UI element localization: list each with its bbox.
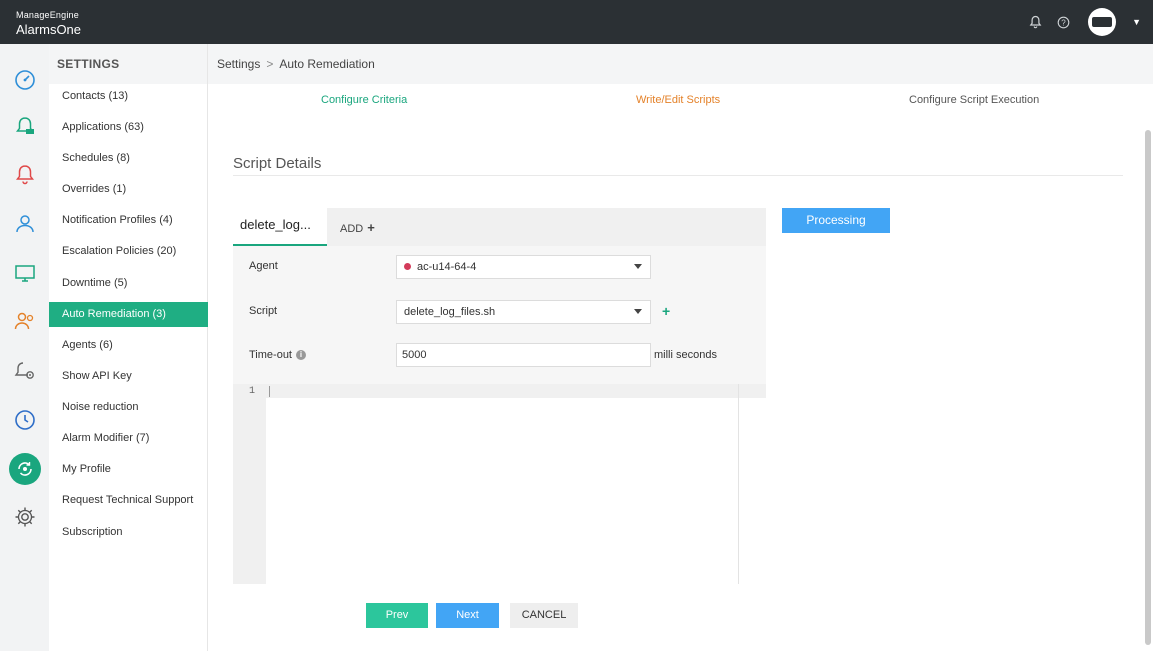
help-icon[interactable]: ? [1056, 15, 1070, 29]
chevron-down-icon[interactable]: ▼ [1132, 17, 1141, 27]
script-value: delete_log_files.sh [404, 306, 496, 318]
top-bar: ManageEngine AlarmsOne ? ▼ [0, 0, 1153, 44]
settings-item-agents[interactable]: Agents (6) [49, 333, 208, 358]
settings-item-escalation-policies[interactable]: Escalation Policies (20) [49, 239, 208, 264]
settings-item-alarm-modifier[interactable]: Alarm Modifier (7) [49, 426, 208, 451]
script-label: Script [249, 305, 278, 317]
breadcrumb-root[interactable]: Settings [217, 57, 260, 71]
settings-item-subscription[interactable]: Subscription [49, 520, 208, 545]
settings-item-show-api-key[interactable]: Show API Key [49, 364, 208, 389]
line-number: 1 [249, 386, 256, 397]
breadcrumb-bar: Settings > Auto Remediation [208, 44, 1153, 84]
script-tab[interactable]: delete_log... [233, 208, 327, 246]
settings-item-schedules[interactable]: Schedules (8) [49, 146, 208, 171]
scrollbar-thumb[interactable] [1145, 130, 1151, 645]
settings-panel: SETTINGS Contacts (13) Applications (63)… [49, 44, 208, 651]
agent-label: Agent [249, 260, 278, 272]
settings-item-request-support[interactable]: Request Technical Support [49, 488, 208, 513]
alarm-settings-icon[interactable] [12, 359, 38, 385]
info-icon[interactable]: i [296, 350, 306, 360]
avatar[interactable] [1088, 8, 1117, 36]
header-actions: ? ▼ [1028, 8, 1141, 36]
step-configure-criteria[interactable]: Configure Criteria [321, 94, 407, 106]
script-select[interactable]: delete_log_files.sh [396, 300, 651, 324]
print-margin [738, 384, 739, 584]
step-write-edit-scripts[interactable]: Write/Edit Scripts [636, 94, 720, 106]
text-cursor [269, 386, 270, 397]
script-tabs: delete_log... ADD + [233, 208, 766, 246]
plus-icon: + [367, 220, 375, 235]
settings-item-overrides[interactable]: Overrides (1) [49, 177, 208, 202]
vendor-name: ManageEngine [16, 9, 79, 20]
settings-item-auto-remediation[interactable]: Auto Remediation (3) [49, 302, 208, 327]
svg-text:?: ? [1061, 18, 1066, 27]
avatar-logo [1092, 17, 1113, 27]
remediation-icon[interactable] [9, 453, 41, 485]
settings-item-contacts[interactable]: Contacts (13) [49, 84, 208, 109]
settings-item-notification-profiles[interactable]: Notification Profiles (4) [49, 208, 208, 233]
timeout-unit: milli seconds [654, 349, 717, 361]
users-icon[interactable] [12, 308, 38, 334]
icon-rail [0, 44, 49, 651]
agent-value: ac-u14-64-4 [417, 261, 477, 273]
prev-button[interactable]: Prev [366, 603, 428, 628]
active-line [266, 384, 766, 398]
code-editor[interactable]: 1 [233, 384, 766, 584]
breadcrumb-current: Auto Remediation [279, 57, 375, 71]
app-logo[interactable]: ManageEngine AlarmsOne [16, 9, 81, 36]
settings-title: SETTINGS [49, 44, 207, 84]
chevron-down-icon [634, 309, 642, 314]
clock-icon[interactable] [12, 407, 38, 433]
app-name: AlarmsOne [16, 21, 82, 37]
section-title: Script Details [233, 155, 322, 172]
add-script-icon[interactable]: + [662, 303, 670, 319]
alarm-live-icon[interactable] [12, 114, 38, 140]
user-icon[interactable] [12, 211, 38, 237]
next-button[interactable]: Next [436, 603, 499, 628]
step-configure-script-execution[interactable]: Configure Script Execution [909, 94, 1039, 106]
bell-icon[interactable] [1028, 15, 1042, 29]
settings-item-noise-reduction[interactable]: Noise reduction [49, 395, 208, 420]
timeout-label: Time-out i [249, 349, 306, 361]
settings-item-my-profile[interactable]: My Profile [49, 457, 208, 482]
settings-item-downtime[interactable]: Downtime (5) [49, 271, 208, 296]
dashboard-icon[interactable] [12, 67, 38, 93]
chevron-down-icon [634, 264, 642, 269]
line-gutter [233, 384, 266, 584]
add-label: ADD [340, 223, 364, 235]
timeout-label-text: Time-out [249, 349, 292, 361]
settings-item-applications[interactable]: Applications (63) [49, 115, 208, 140]
monitor-icon[interactable] [12, 260, 38, 286]
cancel-button[interactable]: CANCEL [510, 603, 578, 628]
alarm-icon[interactable] [12, 162, 38, 188]
timeout-input[interactable]: 5000 [396, 343, 651, 367]
breadcrumb-separator: > [266, 57, 274, 71]
gear-icon[interactable] [12, 504, 38, 530]
agent-select[interactable]: ac-u14-64-4 [396, 255, 651, 279]
add-script-tab-button[interactable]: ADD + [340, 220, 375, 235]
processing-button[interactable]: Processing [782, 208, 890, 233]
breadcrumb: Settings > Auto Remediation [217, 57, 375, 71]
section-divider [233, 175, 1123, 176]
agent-status-dot [404, 263, 411, 270]
